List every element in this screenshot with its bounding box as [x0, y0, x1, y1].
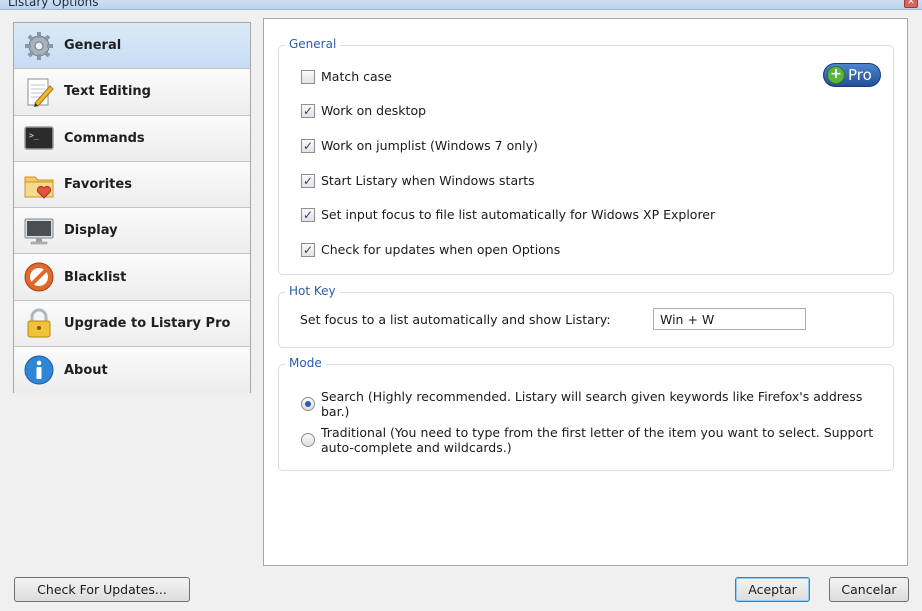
- option-label: Check for updates when open Options: [321, 242, 561, 257]
- hotkey-input[interactable]: [653, 308, 806, 330]
- option-label: Search (Highly recommended. Listary will…: [321, 389, 863, 419]
- terminal-icon: >_: [22, 121, 56, 155]
- sidebar-item-blacklist[interactable]: Blacklist: [14, 254, 250, 301]
- sidebar-item-label: Favorites: [64, 177, 132, 193]
- sidebar-item-label: About: [64, 362, 108, 378]
- sidebar-item-about[interactable]: About: [14, 347, 250, 394]
- search-mode-option[interactable]: Search (Highly recommended. Listary will…: [301, 389, 893, 419]
- option-label: Set input focus to file list automatical…: [321, 207, 716, 222]
- button-label: Aceptar: [748, 582, 797, 597]
- check-icon: ✓: [302, 103, 314, 118]
- option-label: Work on desktop: [321, 103, 427, 118]
- check-updates-option[interactable]: ✓ Check for updates when open Options: [301, 242, 560, 257]
- cancel-button[interactable]: Cancelar: [829, 577, 909, 602]
- input-focus-xp-checkbox[interactable]: ✓: [301, 207, 315, 222]
- radio-selected-indicator: [305, 401, 311, 407]
- group-legend: General: [285, 37, 341, 51]
- options-panel: General + Pro Match case ✓ Work on deskt…: [263, 18, 908, 566]
- work-on-desktop-checkbox[interactable]: ✓: [301, 103, 315, 118]
- start-with-windows-checkbox[interactable]: ✓: [301, 173, 315, 188]
- start-with-windows-option[interactable]: ✓ Start Listary when Windows starts: [301, 173, 535, 188]
- sidebar-item-label: Upgrade to Listary Pro: [64, 315, 231, 331]
- mode-group: Mode Search (Highly recommended. Listary…: [278, 356, 894, 471]
- work-on-desktop-option[interactable]: ✓ Work on desktop: [301, 103, 426, 118]
- hotkey-label: Set focus to a list automatically and sh…: [300, 312, 611, 327]
- sidebar-item-text-editing[interactable]: Text Editing: [14, 69, 250, 116]
- option-label-block: Traditional (You need to type from the f…: [321, 425, 873, 455]
- button-label: Cancelar: [841, 582, 897, 597]
- check-icon: ✓: [302, 173, 314, 188]
- general-group: General + Pro Match case ✓ Work on deskt…: [278, 37, 894, 275]
- close-icon: ✕: [907, 0, 915, 7]
- sidebar-item-upgrade[interactable]: Upgrade to Listary Pro: [14, 300, 250, 348]
- padlock-icon: [22, 306, 56, 340]
- traditional-mode-option[interactable]: Traditional (You need to type from the f…: [301, 425, 873, 455]
- sidebar-item-display[interactable]: Display: [14, 208, 250, 255]
- folder-heart-icon: [22, 168, 56, 202]
- button-label: Check For Updates...: [37, 582, 167, 597]
- work-on-jumplist-option[interactable]: ✓ Work on jumplist (Windows 7 only): [301, 138, 538, 153]
- check-icon: ✓: [302, 207, 314, 222]
- sidebar-item-general[interactable]: General: [14, 23, 250, 70]
- pro-badge[interactable]: + Pro: [823, 63, 881, 87]
- svg-text:>_: >_: [29, 131, 39, 140]
- prohibited-icon: [22, 260, 56, 294]
- window-title: Listary Options: [8, 0, 99, 9]
- sidebar-item-label: General: [64, 38, 122, 54]
- sidebar-item-label: Commands: [64, 130, 145, 146]
- close-button[interactable]: ✕: [904, 0, 918, 8]
- traditional-mode-radio[interactable]: [301, 433, 315, 447]
- check-for-updates-button[interactable]: Check For Updates...: [14, 577, 190, 602]
- accept-button[interactable]: Aceptar: [735, 577, 810, 602]
- gear-icon: [22, 29, 56, 63]
- match-case-option[interactable]: Match case: [301, 69, 392, 84]
- pro-label: Pro: [848, 66, 872, 84]
- sidebar-item-favorites[interactable]: Favorites: [14, 161, 250, 209]
- sidebar-item-label: Text Editing: [64, 84, 151, 100]
- option-label: Work on jumplist (Windows 7 only): [321, 138, 538, 153]
- check-updates-checkbox[interactable]: ✓: [301, 242, 315, 257]
- option-label: Start Listary when Windows starts: [321, 173, 535, 188]
- group-legend: Mode: [285, 356, 326, 370]
- sidebar: General Text Editing >_ Commands Favorit…: [13, 22, 251, 394]
- option-label-line: Traditional (You need to type from the f…: [321, 425, 874, 440]
- check-icon: ✓: [302, 242, 314, 257]
- sidebar-item-label: Display: [64, 223, 118, 239]
- input-focus-xp-option[interactable]: ✓ Set input focus to file list automatic…: [301, 207, 715, 222]
- option-label-line: auto-complete and wildcards.): [321, 440, 512, 455]
- plus-icon: +: [827, 66, 845, 84]
- match-case-checkbox[interactable]: [301, 69, 315, 84]
- monitor-icon: [22, 214, 56, 248]
- option-label: Match case: [321, 69, 392, 84]
- info-icon: [22, 353, 56, 387]
- search-mode-radio[interactable]: [301, 397, 315, 411]
- notepad-pencil-icon: [22, 75, 56, 109]
- work-on-jumplist-checkbox[interactable]: ✓: [301, 138, 315, 153]
- sidebar-item-commands[interactable]: >_ Commands: [14, 115, 250, 162]
- title-bar: Listary Options ✕: [0, 0, 922, 10]
- hotkey-group: Hot Key Set focus to a list automaticall…: [278, 284, 894, 348]
- group-legend: Hot Key: [285, 284, 340, 298]
- sidebar-item-label: Blacklist: [64, 269, 127, 285]
- check-icon: ✓: [302, 138, 314, 153]
